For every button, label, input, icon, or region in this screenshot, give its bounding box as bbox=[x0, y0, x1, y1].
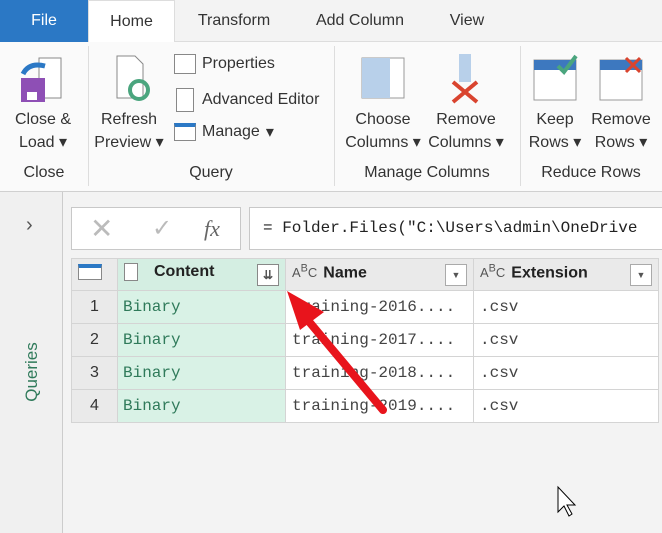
red-arrow-annotation bbox=[287, 291, 387, 414]
annotation-overlay bbox=[287, 291, 577, 517]
mouse-cursor-icon bbox=[557, 485, 577, 517]
